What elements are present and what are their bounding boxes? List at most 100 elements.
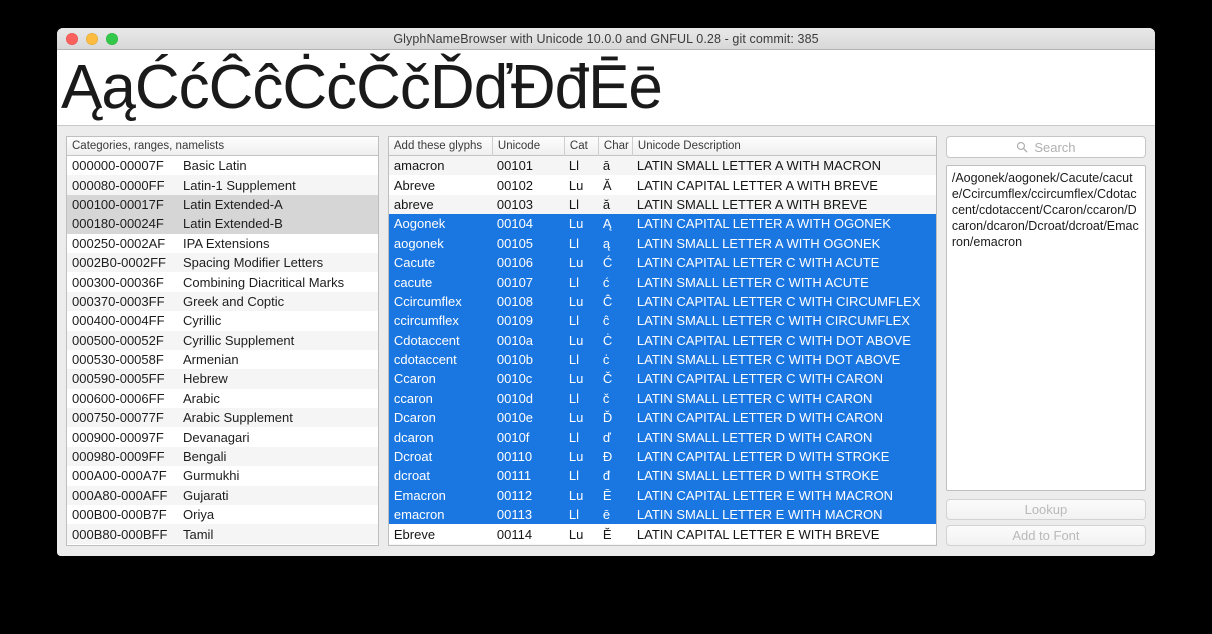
category-row[interactable]: 000300-00036F Combining Diacritical Marks: [67, 272, 378, 291]
glyph-table-row[interactable]: Dcroat 00110 Lu Đ LATIN CAPITAL LETTER D WIT…: [388, 446, 936, 467]
char-cell: ċ: [602, 352, 610, 368]
category-row[interactable]: 000400-0004FF Cyrillic: [67, 311, 378, 330]
unicode-cell: 00113: [496, 507, 533, 523]
description-cell: LATIN CAPITAL LETTER D WITH STROKE: [636, 449, 890, 465]
description-cell: LATIN SMALL LETTER E WITH MACRON: [636, 507, 883, 523]
window-controls: [66, 28, 118, 50]
category-row[interactable]: 000180-00024F Latin Extended-B: [67, 214, 378, 234]
category-row[interactable]: 000250-0002AF IPA Extensions: [67, 234, 378, 253]
glyph-table-row[interactable]: cacute 00107 Ll ć LATIN SMALL LETTER C WITH …: [388, 272, 936, 292]
category-row[interactable]: 000500-00052F Cyrillic Supplement: [67, 330, 378, 350]
unicode-cell: 00111: [496, 468, 532, 484]
glyph-table-row[interactable]: Cacute 00106 Lu Ć LATIN CAPITAL LETTER C WIT…: [388, 252, 936, 273]
add-to-font-button[interactable]: Add to Font: [945, 525, 1146, 546]
glyph-table-body[interactable]: amacron 00101 Ll ā LATIN SMALL LETTER A WITH…: [388, 156, 936, 545]
glyph-table-row[interactable]: Ebreve 00114 Lu Ĕ LATIN CAPITAL LETTER E WIT…: [389, 524, 936, 543]
column-header-char[interactable]: Char: [597, 137, 632, 156]
unicode-cell: 00106: [496, 255, 534, 271]
glyph-table-row[interactable]: abreve 00103 Ll ă LATIN SMALL LETTER A WITH …: [388, 194, 936, 215]
category-row[interactable]: 000C00-000C7FTelugu: [67, 544, 378, 545]
lookup-button[interactable]: Lookup: [945, 499, 1146, 520]
glyph-name-cell: Dcroat: [393, 449, 433, 465]
category-cell: Lu: [568, 216, 584, 232]
unicode-cell: 00104: [496, 216, 534, 232]
selected-glyph-names-field[interactable]: /Aogonek/aogonek/Cacute/cacute/Ccircumfl…: [945, 165, 1146, 491]
description-cell: LATIN SMALL LETTER D WITH CARON: [636, 429, 873, 445]
char-cell: Ċ: [602, 332, 613, 348]
glyph-table-row[interactable]: ebreve00115LlĕLATIN SMALL LETTER E WITH …: [388, 543, 936, 545]
glyph-table-row[interactable]: Dcaron 0010e Lu Ď LATIN CAPITAL LETTER D WIT…: [388, 408, 936, 428]
glyph-table-row[interactable]: aogonek 00105 Ll ą LATIN SMALL LETTER A WITH…: [388, 233, 936, 253]
category-cell: Ll: [568, 158, 580, 174]
categories-header: Categories, ranges, namelists: [67, 137, 378, 156]
category-row[interactable]: 000600-0006FF Arabic: [67, 389, 378, 408]
glyph-table-row[interactable]: Ccircumflex 00108 Lu Ĉ LATIN CAPITAL LETTER …: [388, 291, 936, 312]
category-cell: Ll: [568, 390, 580, 406]
glyph-name-cell: aogonek: [393, 235, 444, 251]
category-row[interactable]: 000A00-000A7F Gurmukhi: [67, 466, 378, 485]
unicode-cell: 00109: [496, 313, 534, 329]
glyph-table-row[interactable]: dcaron 0010f Ll ď LATIN SMALL LETTER D WITH …: [388, 427, 936, 447]
search-placeholder-text: Search: [1034, 139, 1076, 155]
right-panel: Search /Aogonek/aogonek/Cacute/cacute/Cc…: [945, 136, 1146, 546]
glyph-table-row[interactable]: Emacron 00112 Lu Ē LATIN CAPITAL LETTER E WI…: [388, 485, 936, 506]
glyph-name-cell: Cacute: [393, 255, 436, 271]
unicode-cell: 00105: [496, 235, 534, 251]
category-cell: Lu: [568, 332, 584, 348]
glyph-table-row[interactable]: cdotaccent 0010b Ll ċ LATIN SMALL LETTER C W…: [388, 349, 936, 370]
category-row[interactable]: 000000-00007F Basic Latin: [67, 156, 378, 175]
glyph-name-cell: Dcaron: [393, 410, 436, 426]
category-row[interactable]: 000B00-000B7F Oriya: [67, 505, 378, 524]
category-range: 000B80-000BFF: [72, 526, 168, 542]
category-cell: Ll: [568, 468, 580, 484]
category-row[interactable]: 000370-0003FF Greek and Coptic: [67, 291, 378, 312]
column-header-cat[interactable]: Cat: [563, 137, 598, 156]
search-field[interactable]: Search: [945, 136, 1146, 158]
unicode-cell: 00108: [496, 293, 534, 309]
category-range: 000980-0009FF: [72, 449, 165, 465]
category-cell: Lu: [568, 487, 584, 503]
glyph-table-row[interactable]: Aogonek 00104 Lu Ą LATIN CAPITAL LETTER A WI…: [388, 214, 936, 234]
char-cell: ā: [602, 158, 611, 174]
category-name: Latin-1 Supplement: [183, 177, 296, 193]
minimize-button-icon[interactable]: [86, 33, 98, 45]
glyph-table-row[interactable]: Ccaron 0010c Lu Č LATIN CAPITAL LETTER C WIT…: [388, 369, 936, 389]
glyph-table-row[interactable]: dcroat 00111 Ll đ LATIN SMALL LETTER D WITH …: [388, 466, 936, 486]
category-row[interactable]: 000980-0009FF Bengali: [67, 446, 378, 467]
unicode-cell: 0010f: [496, 429, 530, 445]
categories-list[interactable]: 000000-00007F Basic Latin 000080-0000FF Lat…: [67, 156, 378, 545]
description-cell: LATIN SMALL LETTER D WITH STROKE: [636, 468, 879, 484]
glyph-table-row[interactable]: Cdotaccent 0010a Lu Ċ LATIN CAPITAL LETTER C…: [388, 330, 936, 350]
char-cell: Ć: [602, 255, 613, 271]
category-name: Arabic: [183, 390, 220, 406]
glyph-table-row[interactable]: emacron 00113 Ll ē LATIN SMALL LETTER E WITH…: [388, 505, 936, 525]
column-header-description[interactable]: Unicode Description: [631, 137, 936, 156]
glyph-table-row[interactable]: Abreve 00102 Lu Ă LATIN CAPITAL LETTER A WIT…: [389, 175, 936, 194]
category-name: Basic Latin: [183, 158, 247, 174]
category-cell: Lu: [568, 177, 584, 193]
category-name: Combining Diacritical Marks: [183, 274, 345, 290]
category-row[interactable]: 000A80-000AFF Gujarati: [67, 485, 378, 506]
category-range: 000600-0006FF: [72, 390, 165, 406]
glyph-name-cell: Aogonek: [393, 216, 446, 232]
close-button-icon[interactable]: [66, 33, 78, 45]
category-row[interactable]: 000750-00077F Arabic Supplement: [67, 408, 378, 428]
unicode-cell: 00112: [496, 487, 533, 503]
category-row[interactable]: 000530-00058F Armenian: [67, 350, 378, 369]
zoom-button-icon[interactable]: [106, 33, 118, 45]
category-row[interactable]: 000590-0005FF Hebrew: [67, 369, 378, 389]
application-window: GlyphNameBrowser with Unicode 10.0.0 and…: [57, 28, 1155, 556]
glyph-table-row[interactable]: ccaron 0010d Ll č LATIN SMALL LETTER C WITH …: [388, 388, 936, 409]
category-row[interactable]: 000100-00017F Latin Extended-A: [67, 194, 378, 215]
glyph-table-row[interactable]: amacron 00101 Ll ā LATIN SMALL LETTER A WITH…: [388, 156, 936, 176]
char-cell: đ: [602, 468, 611, 484]
description-cell: LATIN SMALL LETTER C WITH CARON: [636, 390, 873, 406]
unicode-cell: 00103: [496, 196, 534, 212]
column-header-unicode[interactable]: Unicode: [491, 137, 564, 156]
column-header-glyph-name[interactable]: Add these glyphs: [389, 137, 492, 156]
category-row[interactable]: 000B80-000BFF Tamil: [67, 524, 378, 544]
category-row[interactable]: 000080-0000FF Latin-1 Supplement: [67, 175, 378, 195]
category-row[interactable]: 0002B0-0002FF Spacing Modifier Letters: [67, 252, 378, 273]
category-row[interactable]: 000900-00097F Devanagari: [67, 427, 378, 446]
glyph-table-row[interactable]: ccircumflex 00109 Ll ĉ LATIN SMALL LETTER C …: [388, 311, 936, 331]
